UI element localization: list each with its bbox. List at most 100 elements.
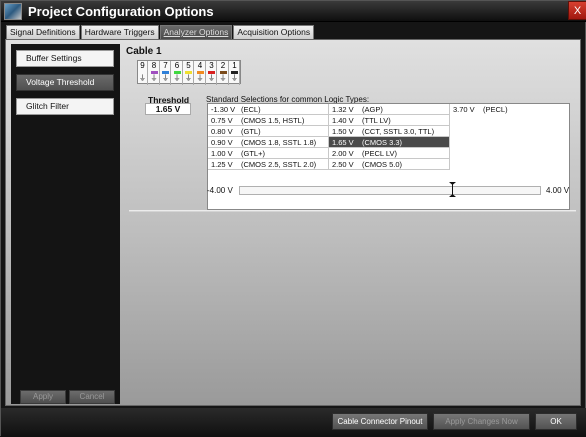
pin-number: 5: [186, 61, 191, 70]
option-logic-type: (PECL): [483, 105, 508, 114]
threshold-slider-track[interactable]: [239, 186, 541, 195]
logic-type-option[interactable]: 0.75 V (CMOS 1.5, HSTL): [208, 115, 329, 126]
apply-button[interactable]: Apply: [20, 390, 66, 404]
pin-number: 8: [151, 61, 157, 70]
logic-type-option[interactable]: 1.00 V (GTL+): [208, 148, 329, 159]
apply-changes-now-button[interactable]: Apply Changes Now: [433, 413, 530, 430]
sidebar-item-glitch-filter[interactable]: Glitch Filter: [16, 98, 114, 115]
option-logic-type: (CMOS 1.8, SSTL 1.8): [241, 138, 317, 147]
threshold-value-field[interactable]: 1.65 V: [145, 103, 191, 115]
option-logic-type: (CMOS 3.3): [362, 138, 403, 147]
option-logic-type: (GTL+): [241, 149, 265, 158]
pin-number: 6: [174, 61, 180, 70]
logic-type-option[interactable]: 1.32 V (AGP): [329, 104, 450, 115]
tab-bar: Signal Definitions Hardware Triggers Ana…: [6, 25, 315, 39]
ground-icon: ⏚: [231, 75, 238, 82]
logic-type-option[interactable]: 0.90 V (CMOS 1.8, SSTL 1.8): [208, 137, 329, 148]
option-logic-type: (ECL): [241, 105, 261, 114]
logic-type-option[interactable]: 2.50 V (CMOS 5.0): [329, 159, 450, 170]
cable-pin-4: 4 ⏚: [196, 61, 206, 85]
logic-type-option[interactable]: 0.80 V (GTL): [208, 126, 329, 137]
title-bar: Project Configuration Options X: [1, 1, 586, 22]
pin-color-swatch: [173, 71, 181, 74]
cable-pin-6: 6 ⏚: [173, 61, 183, 85]
option-logic-type: (AGP): [362, 105, 383, 114]
cable-pin-2: 2 ⏚: [219, 61, 229, 85]
tab-signal-definitions[interactable]: Signal Definitions: [6, 25, 80, 39]
sidebar-item-buffer-settings[interactable]: Buffer Settings: [16, 50, 114, 67]
analyzer-options-panel: Buffer Settings Voltage Threshold Glitch…: [5, 39, 581, 406]
option-voltage: 1.40 V: [332, 116, 354, 125]
cable-pin-7: 7 ⏚: [161, 61, 171, 85]
pin-color-swatch: [150, 71, 158, 74]
option-logic-type: (PECL LV): [362, 149, 398, 158]
cable-pin-grid: 9 ⏚ 8 ⏚ 7 ⏚ 6 ⏚ 5 ⏚ 4 ⏚ 3 ⏚ 2 ⏚ 1 ⏚: [137, 60, 241, 85]
logic-type-option[interactable]: 1.40 V (TTL LV): [329, 115, 450, 126]
tab-acquisition-options[interactable]: Acquisition Options: [233, 25, 315, 39]
option-voltage: 0.80 V: [211, 127, 233, 136]
pin-number: 4: [197, 61, 203, 70]
ground-icon: ⏚: [139, 75, 146, 82]
option-logic-type: (GTL): [241, 127, 261, 136]
tab-hardware-triggers[interactable]: Hardware Triggers: [80, 25, 159, 39]
pin-color-swatch: [208, 71, 215, 74]
logic-type-option[interactable]: -1.30 V (ECL): [208, 104, 329, 115]
cable-pin-1: 1 ⏚: [230, 61, 240, 85]
option-logic-type: (CMOS 2.5, SSTL 2.0): [241, 160, 317, 169]
pin-number: 9: [140, 61, 145, 70]
ok-button[interactable]: OK: [535, 413, 577, 430]
cancel-button[interactable]: Cancel: [69, 390, 115, 404]
ground-icon: ⏚: [162, 75, 169, 82]
option-voltage: 3.70 V: [453, 105, 475, 114]
ground-icon: ⏚: [185, 75, 192, 82]
ground-icon: ⏚: [150, 75, 158, 82]
logic-type-option[interactable]: 1.65 V (CMOS 3.3): [329, 137, 450, 148]
option-voltage: 2.00 V: [332, 149, 354, 158]
pin-color-swatch: [162, 71, 169, 74]
cable-pin-5: 5 ⏚: [184, 61, 194, 85]
option-logic-type: (CMOS 5.0): [362, 160, 403, 169]
logic-type-option[interactable]: 3.70 V (PECL): [450, 104, 570, 115]
pin-color-swatch: [219, 71, 227, 74]
pin-number: 7: [163, 61, 168, 70]
logic-type-option[interactable]: 2.00 V (PECL LV): [329, 148, 450, 159]
logic-type-option[interactable]: 1.25 V (CMOS 2.5, SSTL 2.0): [208, 159, 329, 170]
option-voltage: 0.90 V: [211, 138, 233, 147]
cable-pin-9: 9 ⏚: [138, 61, 148, 85]
ground-icon: ⏚: [208, 75, 215, 82]
ground-icon: ⏚: [173, 75, 181, 82]
option-voltage: -1.30 V: [211, 105, 236, 114]
pin-color-swatch: [231, 71, 238, 74]
pin-number: 1: [232, 61, 237, 70]
ground-icon: ⏚: [196, 75, 204, 82]
options-sidebar: Buffer Settings Voltage Threshold Glitch…: [11, 44, 120, 404]
cable-pin-3: 3 ⏚: [207, 61, 217, 85]
tab-analyzer-options[interactable]: Analyzer Options: [159, 25, 233, 39]
option-logic-type: (CCT, SSTL 3.0, TTL): [362, 127, 435, 136]
pin-color-swatch: [139, 71, 146, 74]
option-voltage: 2.50 V: [332, 160, 354, 169]
pin-color-swatch: [185, 71, 192, 74]
section-divider: [129, 210, 576, 212]
option-logic-type: (TTL LV): [362, 116, 391, 125]
sidebar-item-voltage-threshold[interactable]: Voltage Threshold: [16, 74, 114, 91]
option-logic-type: (CMOS 1.5, HSTL): [241, 116, 305, 125]
pin-color-swatch: [196, 71, 204, 74]
cable-pin-8: 8 ⏚: [150, 61, 160, 85]
cable-title: Cable 1: [126, 46, 162, 57]
option-voltage: 1.25 V: [211, 160, 233, 169]
cable-connector-pinout-button[interactable]: Cable Connector Pinout: [332, 413, 428, 430]
option-voltage: 0.75 V: [211, 116, 233, 125]
window-title: Project Configuration Options: [28, 4, 214, 19]
option-voltage: 1.00 V: [211, 149, 233, 158]
logic-type-option[interactable]: 1.50 V (CCT, SSTL 3.0, TTL): [329, 126, 450, 137]
app-icon: [4, 3, 22, 20]
option-voltage: 1.32 V: [332, 105, 354, 114]
threshold-slider-thumb[interactable]: [448, 182, 456, 197]
footer-bar: Cable Connector Pinout Apply Changes Now…: [1, 408, 586, 437]
ground-icon: ⏚: [219, 75, 227, 82]
option-voltage: 1.65 V: [332, 138, 354, 147]
pin-number: 3: [209, 61, 214, 70]
option-voltage: 1.50 V: [332, 127, 354, 136]
close-button[interactable]: X: [568, 1, 586, 20]
